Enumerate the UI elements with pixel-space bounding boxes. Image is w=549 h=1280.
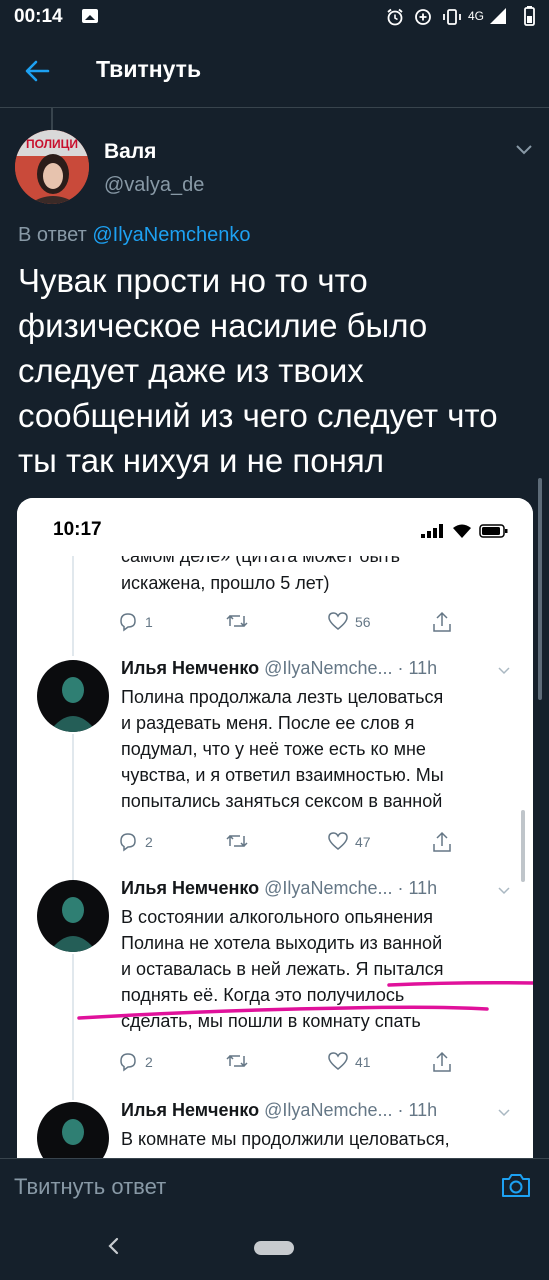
page-scrollbar[interactable]: [538, 478, 542, 700]
camera-icon[interactable]: [500, 1171, 532, 1199]
system-navigation-bar: [0, 1214, 549, 1280]
reply-input[interactable]: [14, 1169, 484, 1205]
signal-icon: [490, 8, 506, 24]
tweet-text: Чувак прости но то что физическое насили…: [18, 262, 498, 479]
avatar-sign-text: ПОЛИЦИ: [26, 137, 78, 151]
status-time: 00:14: [14, 6, 63, 27]
embedded-tweet-header: Илья Немченко @IlyaNemche... · 11h: [121, 658, 438, 678]
reply-icon: [120, 833, 136, 852]
author-handle[interactable]: @valya_de: [104, 174, 204, 197]
embedded-tweet-header: Илья Немченко @IlyaNemche... · 11h: [121, 878, 438, 898]
embedded-time: 10:17: [53, 519, 102, 540]
gallery-notification-icon: [82, 9, 98, 23]
embedded-tweet-header: Илья Немченко @IlyaNemche... · 11h: [121, 1100, 438, 1120]
chevron-down-icon[interactable]: [514, 142, 534, 156]
embedded-thread-line: [72, 954, 74, 1100]
share-icon: [433, 831, 451, 852]
status-bar: 00:14 4G: [0, 0, 549, 34]
author-avatar[interactable]: ПОЛИЦИ: [15, 130, 89, 204]
embedded-tweet-body: В состоянии алкогольного опьянения Полин…: [121, 907, 444, 1031]
battery-icon: [524, 6, 535, 26]
embedded-avatar: [37, 880, 109, 952]
share-icon: [433, 1051, 451, 1072]
embedded-actions-row: 1 56: [117, 608, 477, 634]
embedded-status-bar: 10:17: [17, 498, 533, 556]
top-app-bar: Твитнуть: [0, 34, 549, 108]
vibrate-icon: [443, 9, 461, 25]
embedded-tweet-body: В комнате мы продолжили целоваться,: [121, 1129, 450, 1149]
network-type: 4G: [468, 9, 485, 23]
reply-prefix: В ответ: [18, 224, 87, 246]
reply-compose-bar: [0, 1158, 549, 1214]
back-arrow-icon[interactable]: [22, 56, 52, 86]
avatar-photo: ПОЛИЦИ: [15, 130, 89, 204]
embedded-avatar: [37, 1102, 109, 1158]
author-name[interactable]: Валя: [104, 140, 156, 164]
embedded-chevron-icon: [498, 887, 510, 895]
heart-icon: [328, 1052, 348, 1070]
embedded-wifi-icon: [453, 524, 471, 538]
embedded-thread-line: [72, 556, 74, 656]
nav-back-icon[interactable]: [106, 1236, 122, 1256]
embedded-actions-row: 2 47: [117, 828, 477, 854]
heart-icon: [328, 612, 348, 630]
reply-icon: [120, 613, 136, 632]
embedded-tweet-body: Полина продолжала лезть целоваться и раз…: [121, 687, 444, 811]
embedded-actions-row: 2 41: [117, 1048, 477, 1074]
data-saver-icon: [415, 9, 431, 25]
thread-connector-line: [51, 108, 53, 130]
retweet-icon: [226, 834, 248, 848]
embedded-text-line: искажена, прошло 5 лет): [121, 573, 330, 593]
embedded-thread-line: [72, 734, 74, 880]
retweet-icon: [226, 614, 248, 628]
retweet-icon: [226, 1054, 248, 1068]
reply-icon: [120, 1053, 136, 1072]
share-icon: [433, 611, 451, 632]
embedded-avatar: [37, 660, 109, 732]
reply-context: В ответ @IlyaNemchenko: [18, 224, 250, 247]
embedded-chevron-icon: [498, 1109, 510, 1117]
embedded-scrollbar: [521, 810, 525, 882]
nav-home-pill[interactable]: [254, 1241, 294, 1255]
embedded-chevron-icon: [498, 667, 510, 675]
embedded-signal-icon: [421, 524, 443, 538]
page-title: Твитнуть: [96, 56, 202, 82]
heart-icon: [328, 832, 348, 850]
attached-screenshot[interactable]: 10:17 самом деле» (цитата может быть иск…: [17, 498, 533, 1158]
reply-mention-link[interactable]: @IlyaNemchenko: [92, 224, 250, 246]
alarm-icon: [387, 8, 403, 26]
embedded-battery-icon: [479, 524, 508, 538]
